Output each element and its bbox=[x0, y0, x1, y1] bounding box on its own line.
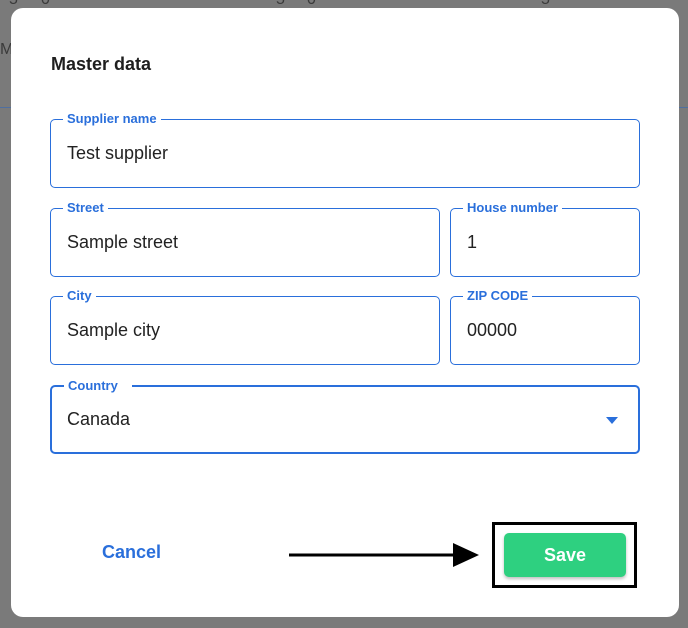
zip-code-input[interactable]: 00000 bbox=[467, 297, 517, 364]
house-number-field[interactable]: House number 1 bbox=[450, 200, 640, 277]
master-data-dialog: Master data Supplier name Test supplier … bbox=[11, 8, 679, 617]
zip-code-field[interactable]: ZIP CODE 00000 bbox=[450, 288, 640, 365]
street-field[interactable]: Street Sample street bbox=[50, 200, 440, 277]
country-select[interactable]: Country Canada bbox=[50, 378, 640, 454]
house-number-input[interactable]: 1 bbox=[467, 209, 477, 276]
dialog-title: Master data bbox=[51, 54, 152, 74]
city-field[interactable]: City Sample city bbox=[50, 288, 440, 365]
house-number-label: House number bbox=[463, 200, 563, 216]
caret-down-icon[interactable] bbox=[606, 416, 618, 424]
street-input[interactable]: Sample street bbox=[67, 209, 178, 276]
city-input[interactable]: Sample city bbox=[67, 297, 160, 364]
backdrop-text: 5 bbox=[9, 0, 18, 9]
supplier-name-input[interactable]: Test supplier bbox=[67, 120, 168, 187]
country-value: Canada bbox=[67, 409, 131, 429]
supplier-name-field[interactable]: Supplier name Test supplier bbox=[50, 111, 640, 188]
arrow-right-icon bbox=[289, 543, 479, 567]
cancel-button[interactable]: Cancel bbox=[102, 542, 161, 563]
save-button[interactable]: Save bbox=[504, 533, 626, 577]
